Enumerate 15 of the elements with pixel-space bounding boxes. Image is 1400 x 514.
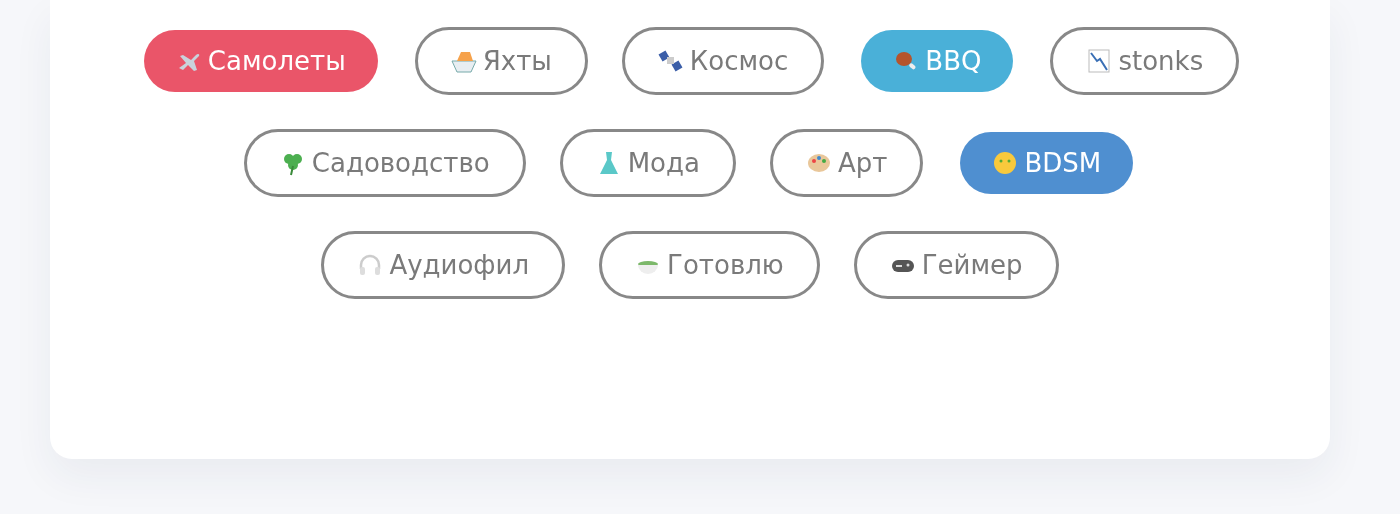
- face-icon: [992, 150, 1019, 176]
- interest-chip[interactable]: Арт: [769, 129, 924, 197]
- interest-chip[interactable]: BBQ: [861, 30, 1014, 92]
- interest-chip[interactable]: stonks: [1050, 27, 1240, 95]
- interest-chip[interactable]: BDSM: [960, 132, 1134, 194]
- interest-chip[interactable]: Садоводство: [243, 129, 526, 197]
- interest-chip[interactable]: Яхты: [414, 27, 588, 95]
- interest-chip[interactable]: Геймер: [853, 231, 1059, 299]
- interest-chip[interactable]: Мода: [559, 129, 736, 197]
- satellite-icon: [657, 48, 684, 74]
- interest-chip[interactable]: Аудиофил: [321, 231, 566, 299]
- interest-chip[interactable]: Готовлю: [599, 231, 820, 299]
- chart-down-icon: [1086, 48, 1113, 74]
- interest-chip[interactable]: Самолеты: [143, 30, 378, 92]
- interest-chip[interactable]: Космос: [621, 27, 825, 95]
